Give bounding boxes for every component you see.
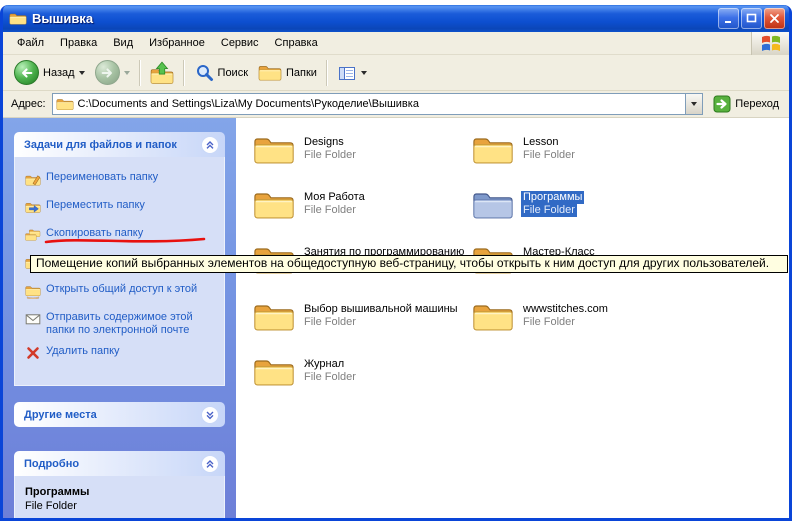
rename-icon [25,171,41,191]
details-type: File Folder [25,500,218,512]
copy-icon [25,227,41,247]
back-button[interactable]: Назад [9,58,90,87]
views-icon [337,63,357,83]
search-button[interactable]: Поиск [189,61,253,85]
window-controls [716,8,785,29]
address-value: C:\Documents and Settings\Liza\My Docume… [78,98,682,110]
windows-logo-icon [751,32,789,55]
window-title: Вышивка [32,11,711,26]
window-folder-icon [9,11,27,26]
folder-icon [472,300,514,333]
views-button[interactable] [332,61,372,85]
menubar: Файл Правка Вид Избранное Сервис Справка [3,32,789,55]
panel-details: Подробно Программы File Folder Изменен: … [14,451,225,518]
forward-icon [95,60,120,85]
other-places-header[interactable]: Другие места [14,402,225,427]
dropdown-caret-icon [691,102,697,106]
search-icon [194,63,214,83]
move-icon [25,199,41,219]
chevron-down-icon[interactable] [201,406,219,424]
file-wwwstitches-com[interactable]: wwwstitches.comFile Folder [472,300,610,333]
views-dropdown-icon [361,71,367,75]
back-icon [14,60,39,85]
address-bar: Адрес: C:\Documents and Settings\Liza\My… [3,91,789,118]
task-share-folder[interactable]: Открыть общий доступ к этой [25,283,218,303]
task-copy-folder[interactable]: Скопировать папку [25,227,218,247]
tasks-panel-title: Задачи для файлов и папок [24,139,177,151]
folders-label: Папки [286,67,317,79]
folder-icon [472,133,514,166]
maximize-button[interactable] [741,8,762,29]
menu-favorites[interactable]: Избранное [141,33,213,53]
folder-icon [253,133,295,166]
go-icon [713,95,731,113]
search-label: Поиск [218,67,248,79]
folders-icon [258,63,282,82]
address-label: Адрес: [11,98,46,110]
content-area: Задачи для файлов и папок Переименовать … [3,118,789,518]
go-label: Переход [735,98,779,110]
folder-icon-selected [472,188,514,221]
publish-tooltip: Помещение копий выбранных элементов на о… [30,255,788,273]
delete-icon [25,345,41,365]
address-folder-icon [56,97,74,111]
folders-button[interactable]: Папки [253,61,322,84]
details-name: Программы [25,486,218,498]
toolbar-separator [326,60,328,86]
folder-icon [253,300,295,333]
task-pane-sidebar: Задачи для файлов и папок Переименовать … [3,118,236,518]
folder-up-icon [150,61,174,85]
back-label: Назад [43,67,75,79]
file-vybor-vyshivalnoy-mashiny[interactable]: Выбор вышивальной машиныFile Folder [253,300,460,333]
file-lesson[interactable]: LessonFile Folder [472,133,577,166]
panel-other-places: Другие места [14,402,225,427]
file-zhurnal[interactable]: ЖурналFile Folder [253,355,358,388]
folder-icon [253,355,295,388]
folder-icon [253,188,295,221]
menu-view[interactable]: Вид [105,33,141,53]
details-title: Подробно [24,458,79,470]
chevron-up-icon[interactable] [201,136,219,154]
task-rename-folder[interactable]: Переименовать папку [25,171,218,191]
file-moya-rabota[interactable]: Моя РаботаFile Folder [253,188,367,221]
menu-file[interactable]: Файл [9,33,52,53]
toolbar-separator [139,60,141,86]
folder-contents[interactable]: DesignsFile Folder LessonFile Folder Моя… [236,118,789,518]
menu-help[interactable]: Справка [267,33,326,53]
details-header[interactable]: Подробно [14,451,225,476]
share-icon [25,283,41,303]
other-places-title: Другие места [24,409,97,421]
chevron-up-icon[interactable] [201,455,219,473]
forward-dropdown-icon [124,71,130,75]
address-dropdown-button[interactable] [685,94,702,114]
address-input[interactable]: C:\Documents and Settings\Liza\My Docume… [52,93,704,115]
file-designs[interactable]: DesignsFile Folder [253,133,358,166]
tasks-panel-header[interactable]: Задачи для файлов и папок [14,132,225,157]
close-button[interactable] [764,8,785,29]
file-programmy[interactable]: ПрограммыFile Folder [472,188,584,221]
menu-edit[interactable]: Правка [52,33,105,53]
go-button[interactable]: Переход [709,93,783,115]
details-body: Программы File Folder Изменен: 1 февраля… [14,476,225,518]
task-email-folder[interactable]: Отправить содержимое этой папки по элект… [25,311,218,337]
toolbar-separator [183,60,185,86]
minimize-button[interactable] [718,8,739,29]
task-delete-folder[interactable]: Удалить папку [25,345,218,365]
task-move-folder[interactable]: Переместить папку [25,199,218,219]
toolbar: Назад Поиск Папки [3,55,789,91]
forward-button[interactable] [90,58,135,87]
email-icon [25,311,41,337]
up-button[interactable] [145,59,179,87]
back-dropdown-icon [79,71,85,75]
menu-tools[interactable]: Сервис [213,33,267,53]
titlebar[interactable]: Вышивка [3,5,789,32]
